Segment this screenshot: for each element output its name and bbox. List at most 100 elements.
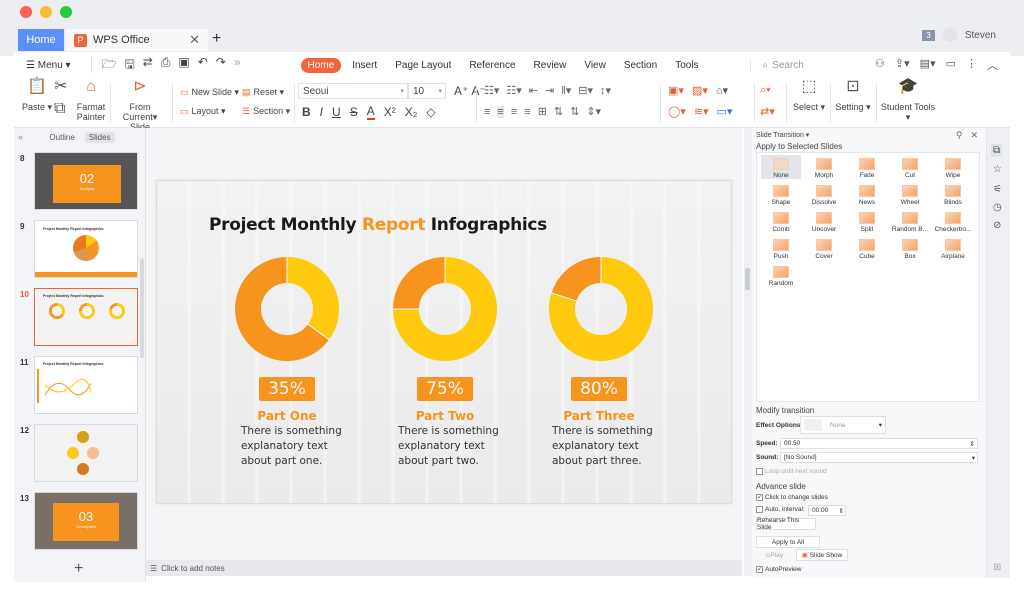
comment-icon[interactable]: ▭ bbox=[946, 57, 956, 73]
minimize-window-button[interactable] bbox=[40, 6, 52, 18]
current-slide[interactable]: Project Monthly Report Infographics 35% … bbox=[156, 180, 732, 504]
rehearse-button[interactable]: Rehearse This Slide bbox=[756, 517, 816, 531]
transition-option-checkerbo[interactable]: Checkerbo... bbox=[933, 209, 973, 233]
menu-button[interactable]: ☰ Menu ▾ bbox=[26, 60, 71, 71]
percent-badge[interactable]: 75% bbox=[417, 377, 473, 401]
transition-option-box[interactable]: Box bbox=[890, 236, 930, 260]
transition-option-cut[interactable]: Cut bbox=[890, 155, 930, 179]
percent-badge[interactable]: 80% bbox=[571, 377, 627, 401]
tab-slides[interactable]: Slides bbox=[84, 132, 115, 143]
transition-option-none[interactable]: None bbox=[761, 155, 801, 179]
tab-document[interactable]: P WPS Office ✕ bbox=[66, 29, 208, 51]
donut-chart-part-two[interactable] bbox=[393, 257, 497, 361]
distributed-icon[interactable]: ⊞ bbox=[538, 105, 547, 118]
transition-option-cube[interactable]: Cube bbox=[847, 236, 887, 260]
part-name[interactable]: Part One bbox=[227, 409, 347, 423]
transition-option-shape[interactable]: Shape bbox=[761, 182, 801, 206]
transition-option-wheel[interactable]: Wheel bbox=[890, 182, 930, 206]
outline-icon[interactable]: ▭▾ bbox=[717, 105, 733, 118]
increase-indent-icon[interactable]: ⇥ bbox=[545, 84, 554, 97]
close-window-button[interactable] bbox=[20, 6, 32, 18]
part-description[interactable]: There is something explanatory text abou… bbox=[241, 424, 361, 469]
tab-section[interactable]: Section bbox=[617, 58, 664, 73]
slide-thumbnail[interactable]: 02 Analysis bbox=[34, 152, 138, 210]
play-button[interactable]: ⊙ Play bbox=[756, 549, 792, 561]
close-tab-icon[interactable]: ✕ bbox=[189, 32, 200, 48]
part-description[interactable]: There is something explanatory text abou… bbox=[552, 424, 672, 469]
pane-header[interactable]: Slide Transition ▾ bbox=[756, 131, 809, 139]
new-slide-button[interactable]: ▭ New Slide ▾ bbox=[180, 87, 239, 98]
spinner-icon[interactable]: ⇕ bbox=[970, 440, 977, 448]
replace-button[interactable]: ⇄▾ bbox=[760, 105, 775, 118]
export-menu-icon[interactable]: ▤▾ bbox=[920, 57, 936, 73]
part-name[interactable]: Part Two bbox=[385, 409, 505, 423]
interval-input[interactable]: 00:00 ⇕ bbox=[808, 505, 846, 516]
redo-icon[interactable]: ↷ bbox=[216, 55, 226, 76]
from-current-slide-button[interactable]: ⊳ From Current▾ Slide bbox=[114, 79, 166, 133]
strikethrough-icon[interactable]: S bbox=[350, 105, 358, 119]
donut-chart-part-three[interactable] bbox=[549, 257, 653, 361]
bold-icon[interactable]: B bbox=[302, 105, 311, 119]
columns-icon[interactable]: ⇕▾ bbox=[586, 105, 601, 118]
tab-view[interactable]: View bbox=[577, 58, 613, 73]
italic-icon[interactable]: I bbox=[320, 105, 323, 119]
transition-option-blinds[interactable]: Blinds bbox=[933, 182, 973, 206]
auto-interval-checkbox[interactable]: Auto, interval: bbox=[756, 506, 805, 513]
apply-to-all-button[interactable]: Apply to All bbox=[756, 536, 820, 548]
percent-badge[interactable]: 35% bbox=[259, 377, 315, 401]
underline-icon[interactable]: U bbox=[332, 105, 341, 119]
loop-checkbox[interactable]: Loop until next sound bbox=[756, 468, 827, 475]
bullets-icon[interactable]: ☷▾ bbox=[484, 84, 499, 97]
print-preview-icon[interactable]: ▣ bbox=[178, 55, 189, 76]
slides-scrollbar[interactable] bbox=[140, 258, 144, 358]
tab-outline[interactable]: Outline bbox=[45, 132, 78, 143]
slide-thumbnail[interactable]: Project Monthly Report Infographics bbox=[34, 220, 138, 278]
add-slide-button[interactable]: + bbox=[74, 560, 83, 578]
new-tab-button[interactable]: + bbox=[212, 30, 221, 48]
font-size-select[interactable]: 10 ▾ bbox=[408, 83, 446, 99]
share-icon[interactable]: ⇪▾ bbox=[895, 57, 910, 73]
more-icon[interactable]: » bbox=[234, 55, 241, 76]
transition-option-comb[interactable]: Comb bbox=[761, 209, 801, 233]
align-left-icon[interactable]: ≡ bbox=[484, 106, 490, 118]
maximize-window-button[interactable] bbox=[60, 6, 72, 18]
cut-button[interactable]: ✂ bbox=[54, 79, 67, 102]
font-name-select[interactable]: Seoui ▾ bbox=[298, 83, 408, 99]
layout-button[interactable]: ▭ Layout ▾ bbox=[180, 106, 226, 117]
paste-button[interactable]: 📋 Paste ▾ bbox=[22, 79, 52, 113]
picture-icon[interactable]: ▨▾ bbox=[692, 84, 708, 97]
transition-option-wipe[interactable]: Wipe bbox=[933, 155, 973, 179]
tab-home-ribbon[interactable]: Home bbox=[300, 57, 342, 73]
slide-show-button[interactable]: ▣ Slide Show bbox=[796, 549, 848, 561]
notes-area[interactable]: ☰ Click to add notes bbox=[146, 560, 742, 576]
numbering-icon[interactable]: ☷▾ bbox=[506, 84, 521, 97]
undo-icon[interactable]: ↶ bbox=[198, 55, 208, 76]
reset-button[interactable]: ▤ Reset ▾ bbox=[242, 87, 284, 98]
scrollbar-thumb[interactable] bbox=[745, 268, 750, 290]
avatar[interactable] bbox=[942, 28, 957, 42]
grid-view-icon[interactable]: ⊞ bbox=[993, 562, 1001, 573]
transition-option-random-b[interactable]: Random B... bbox=[890, 209, 930, 233]
user-name[interactable]: Steven bbox=[965, 30, 996, 41]
autopreview-checkbox[interactable]: ✓ AutoPreview bbox=[756, 566, 802, 573]
print-icon[interactable]: ⎙ bbox=[161, 55, 171, 76]
effect-options-select[interactable]: None ▾ bbox=[800, 416, 886, 434]
transition-option-morph[interactable]: Morph bbox=[804, 155, 844, 179]
save-icon[interactable]: 🖫 bbox=[124, 55, 134, 76]
format-painter-button[interactable]: ⌂ Farmat Painter bbox=[77, 79, 106, 123]
notification-badge[interactable]: 3 bbox=[922, 29, 935, 41]
clear-format-icon[interactable]: ◇ bbox=[426, 105, 435, 119]
help-icon[interactable]: ⊘ bbox=[993, 220, 1001, 231]
transition-option-fade[interactable]: Fade bbox=[847, 155, 887, 179]
align-center-icon[interactable]: ≡ bbox=[497, 105, 504, 118]
slide-thumbnail[interactable]: Project Monthly Report Infographics bbox=[34, 356, 138, 414]
tab-insert[interactable]: Insert bbox=[345, 58, 384, 73]
share-user-icon[interactable]: ⚇ bbox=[875, 57, 885, 73]
section-button[interactable]: ☰ Section ▾ bbox=[242, 106, 290, 117]
line-spacing-icon[interactable]: ↕▾ bbox=[600, 84, 611, 97]
history-icon[interactable]: ◷ bbox=[993, 202, 1002, 213]
transition-option-cover[interactable]: Cover bbox=[804, 236, 844, 260]
slide-transition-sidebar-icon[interactable]: ⧉ bbox=[991, 144, 1003, 157]
more-options-icon[interactable]: ⋮ bbox=[966, 57, 977, 73]
transition-option-random[interactable]: Random bbox=[761, 263, 801, 287]
